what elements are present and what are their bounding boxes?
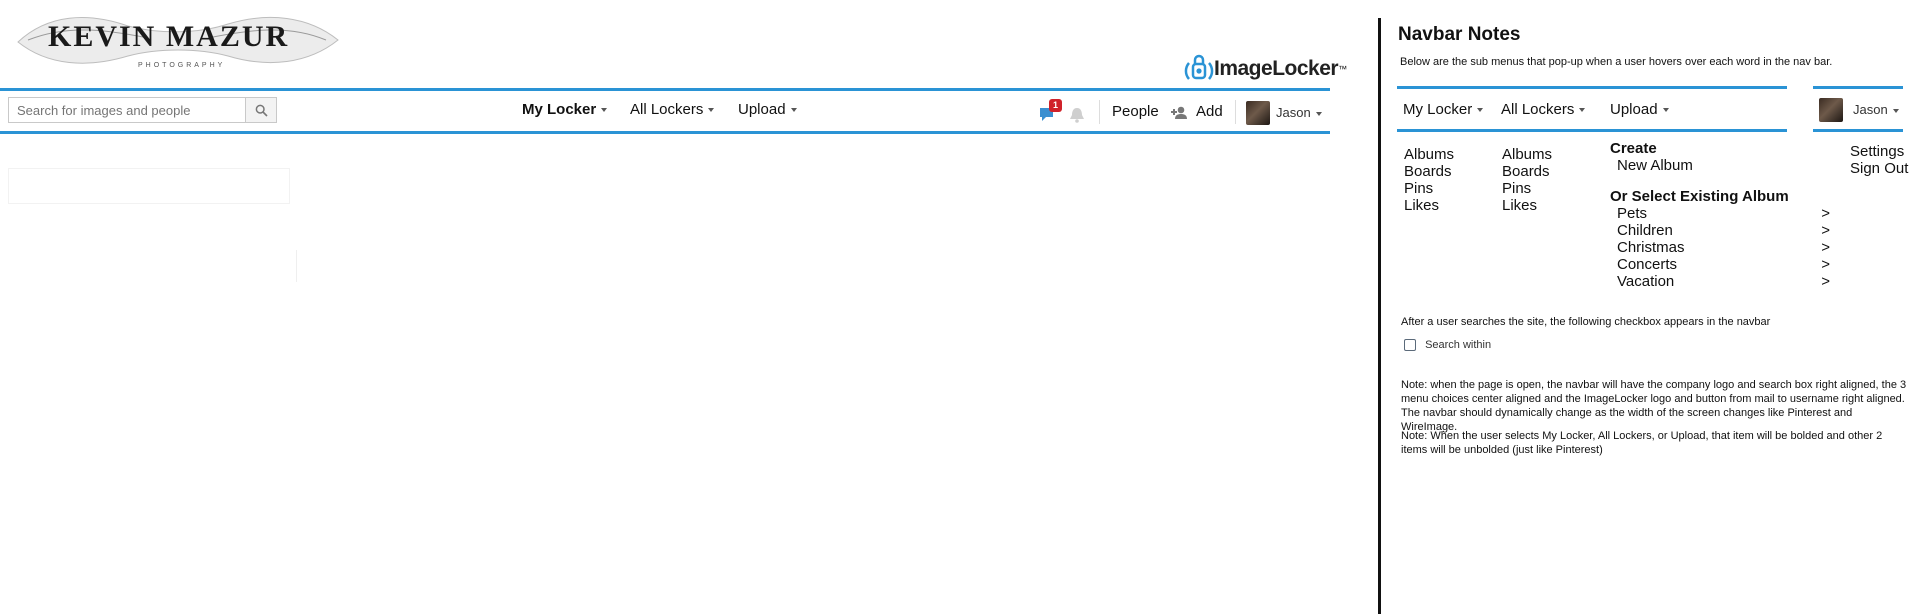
main-navbar: My Locker All Lockers Upload 1 People Ad… [0, 88, 1330, 134]
notification-badge: 1 [1049, 99, 1062, 112]
chevron-down-icon [1662, 108, 1669, 113]
mini-nav-upload[interactable]: Upload [1610, 101, 1669, 118]
people-link[interactable]: People [1112, 103, 1159, 120]
search-icon [255, 104, 268, 117]
imagelocker-logo[interactable]: ImageLocker ™ [1184, 54, 1347, 84]
notes-subtitle: Below are the sub menus that pop-up when… [1400, 56, 1833, 68]
logo-subtitle: PHOTOGRAPHY [138, 62, 226, 69]
imagelocker-wordmark: ImageLocker [1214, 57, 1339, 80]
navbar-bottom-rule [0, 131, 1330, 134]
submenu-item[interactable]: Boards [1502, 163, 1552, 180]
search-box [8, 97, 277, 123]
submenu-item[interactable]: Boards [1404, 163, 1454, 180]
chevron-right-icon: > [1821, 239, 1830, 256]
album-item[interactable]: Pets > [1610, 205, 1840, 222]
notes-title: Navbar Notes [1398, 24, 1521, 45]
nav-all-lockers[interactable]: All Lockers [630, 101, 715, 118]
separator [1099, 100, 1100, 124]
chevron-down-icon [1315, 111, 1322, 116]
submenu-item[interactable]: Albums [1404, 146, 1454, 163]
bold-note: Note: When the user selects My Locker, A… [1401, 430, 1883, 456]
search-input[interactable] [15, 102, 224, 119]
mini-navbar-top-rule [1397, 86, 1787, 89]
bell-icon[interactable] [1068, 106, 1086, 124]
mini-user-bottom-rule [1813, 129, 1903, 132]
user-avatar[interactable] [1819, 98, 1843, 122]
album-item[interactable]: Vacation > [1610, 273, 1840, 290]
submenu-item[interactable]: Albums [1502, 146, 1552, 163]
layout-note: Note: when the page is open, the navbar … [1401, 379, 1907, 433]
chevron-down-icon [790, 108, 797, 113]
search-button[interactable] [245, 98, 276, 122]
mini-user-name[interactable]: Jason [1853, 102, 1899, 117]
album-item[interactable]: Concerts > [1610, 256, 1840, 273]
user-submenu: Settings Sign Out [1850, 143, 1908, 177]
add-link[interactable]: Add [1196, 103, 1223, 120]
separator [1235, 100, 1236, 124]
logo-name: KEVIN MAZUR [48, 20, 290, 53]
all-lockers-submenu: Albums Boards Pins Likes [1502, 146, 1552, 214]
submenu-item[interactable]: Pins [1404, 180, 1454, 197]
search-within-row[interactable]: Search within [1404, 339, 1492, 352]
mini-navbar: My Locker All Lockers Upload [1397, 86, 1787, 132]
my-locker-submenu: Albums Boards Pins Likes [1404, 146, 1454, 214]
submenu-item[interactable]: Likes [1502, 197, 1552, 214]
chevron-right-icon: > [1821, 273, 1830, 290]
new-album-item[interactable]: New Album [1610, 157, 1840, 174]
chevron-down-icon [601, 108, 608, 113]
upload-submenu: Create New Album Or Select Existing Albu… [1610, 140, 1840, 290]
album-item[interactable]: Christmas > [1610, 239, 1840, 256]
nav-my-locker[interactable]: My Locker [522, 101, 608, 118]
navbar-top-rule [0, 88, 1330, 91]
chevron-right-icon: > [1821, 222, 1830, 239]
lock-camera-icon [1184, 54, 1214, 80]
sign-out-item[interactable]: Sign Out [1850, 160, 1908, 177]
kevin-mazur-logo[interactable]: KEVIN MAZUR PHOTOGRAPHY [8, 4, 346, 74]
user-menu[interactable]: Jason [1276, 105, 1322, 120]
submenu-item[interactable]: Likes [1404, 197, 1454, 214]
mini-navbar-bottom-rule [1397, 129, 1787, 132]
section-divider [1378, 18, 1381, 614]
create-heading: Create [1610, 140, 1657, 157]
chevron-down-icon [708, 108, 715, 113]
mini-nav-all-lockers[interactable]: All Lockers [1501, 101, 1586, 118]
settings-item[interactable]: Settings [1850, 143, 1908, 160]
user-avatar[interactable] [1246, 101, 1270, 125]
chevron-down-icon [1892, 108, 1899, 113]
chevron-right-icon: > [1821, 256, 1830, 273]
mini-user-top-rule [1813, 86, 1903, 89]
chevron-down-icon [1477, 108, 1484, 113]
nav-upload[interactable]: Upload [738, 101, 797, 118]
chevron-down-icon [1579, 108, 1586, 113]
add-person-icon[interactable] [1170, 105, 1190, 121]
search-note: After a user searches the site, the foll… [1401, 316, 1771, 328]
submenu-item[interactable]: Pins [1502, 180, 1552, 197]
search-within-checkbox[interactable] [1404, 339, 1416, 352]
mini-user-menu: Jason [1813, 86, 1903, 132]
album-item[interactable]: Children > [1610, 222, 1840, 239]
mini-nav-my-locker[interactable]: My Locker [1403, 101, 1484, 118]
select-album-heading: Or Select Existing Album [1610, 188, 1789, 205]
empty-placeholder-box [8, 168, 290, 204]
trademark: ™ [1338, 64, 1348, 74]
faint-divider [296, 250, 297, 282]
chevron-right-icon: > [1821, 205, 1830, 222]
search-within-label: Search within [1425, 339, 1492, 352]
